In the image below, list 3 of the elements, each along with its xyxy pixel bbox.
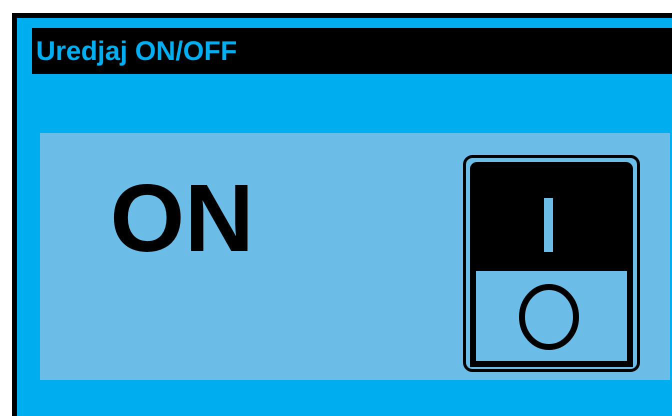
status-label: ON <box>110 171 254 267</box>
rocker-switch-icon[interactable] <box>463 155 640 372</box>
panel-title: Uredjaj ON/OFF <box>36 36 238 66</box>
